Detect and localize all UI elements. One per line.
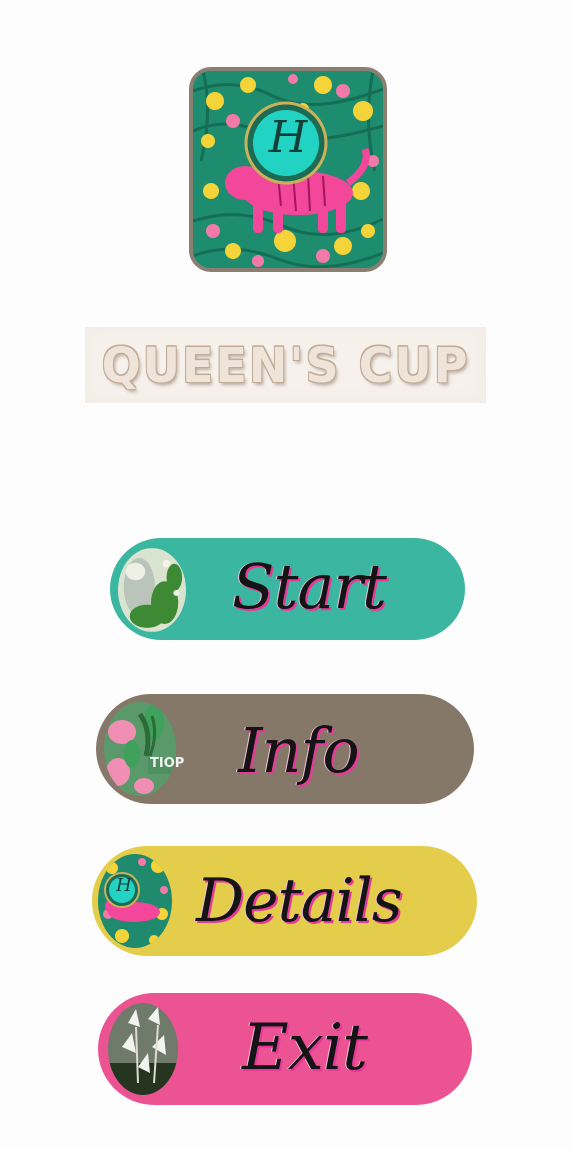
details-thumb-monogram: H bbox=[116, 875, 132, 896]
title-banner: QUEEN'S CUP bbox=[85, 327, 486, 403]
tiger-floral-logo-icon bbox=[193, 71, 383, 268]
logo-monogram: H bbox=[268, 112, 308, 163]
exit-button[interactable]: Exit bbox=[98, 993, 472, 1105]
details-label: Details bbox=[196, 866, 403, 936]
info-thumb-text: TIOP bbox=[150, 756, 185, 771]
start-button[interactable]: Start bbox=[110, 538, 465, 640]
app-title: QUEEN'S CUP bbox=[101, 336, 470, 394]
details-button[interactable]: H Details bbox=[92, 846, 477, 956]
white-lilies-icon bbox=[108, 1003, 178, 1095]
info-label: Info bbox=[238, 714, 360, 787]
floral-emblem-icon bbox=[104, 702, 176, 796]
exit-label: Exit bbox=[242, 1011, 368, 1085]
info-button[interactable]: TIOP Info bbox=[96, 694, 474, 804]
start-label: Start bbox=[232, 550, 387, 623]
app-logo bbox=[189, 67, 387, 272]
tiger-jungle-icon bbox=[118, 548, 186, 632]
tiger-floral-logo-icon bbox=[98, 854, 172, 948]
